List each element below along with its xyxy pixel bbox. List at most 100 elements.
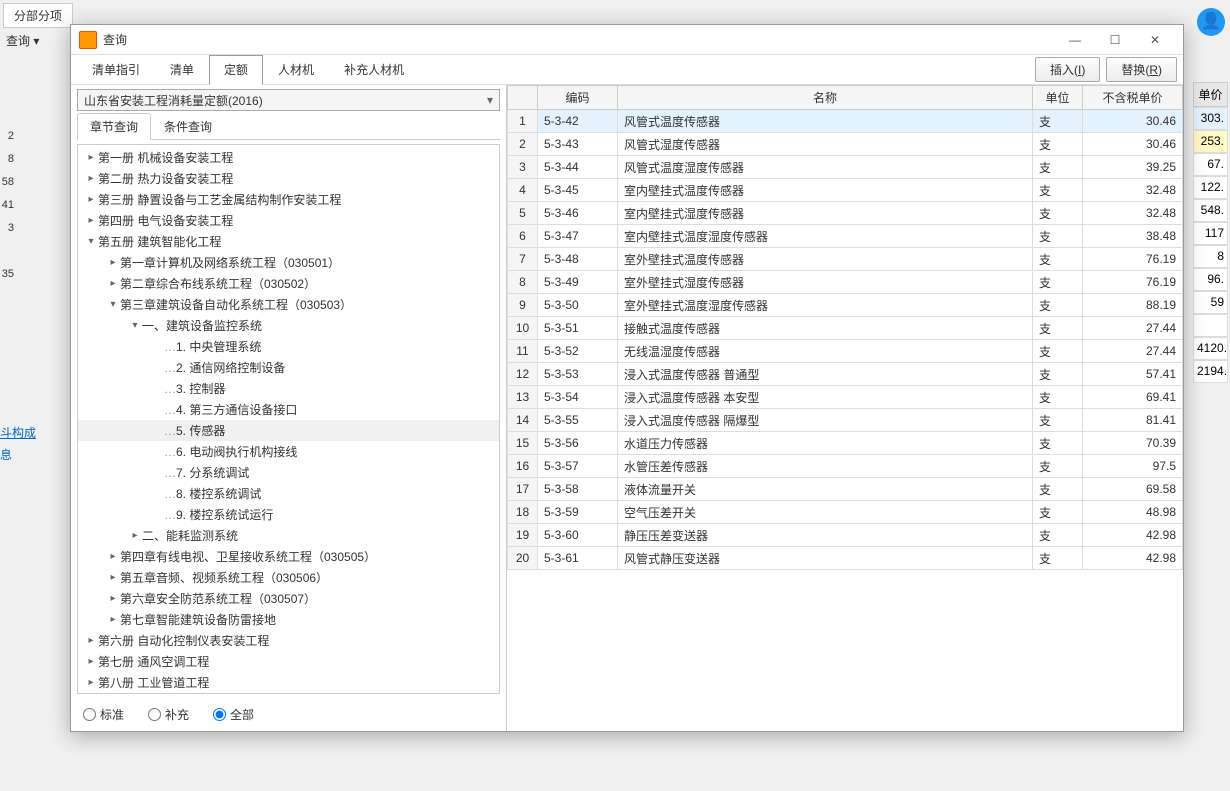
col-unit[interactable]: 单位	[1033, 86, 1083, 110]
tree-node[interactable]: •… 3. 控制器	[78, 378, 499, 399]
row-number[interactable]: 9	[508, 294, 538, 317]
cell-unit[interactable]: 支	[1033, 271, 1083, 294]
cell-price[interactable]: 69.41	[1083, 386, 1183, 409]
cell-code[interactable]: 5-3-61	[538, 547, 618, 570]
cell-code[interactable]: 5-3-59	[538, 501, 618, 524]
cell-unit[interactable]: 支	[1033, 432, 1083, 455]
table-row[interactable]: 165-3-57水管压差传感器支97.5	[508, 455, 1183, 478]
cell-code[interactable]: 5-3-42	[538, 110, 618, 133]
cell-name[interactable]: 室内壁挂式温度传感器	[618, 179, 1033, 202]
chevron-right-icon[interactable]: ▸	[84, 677, 98, 688]
cell-price[interactable]: 70.39	[1083, 432, 1183, 455]
tree-node[interactable]: ▸第七章智能建筑设备防雷接地	[78, 609, 499, 630]
tree-node[interactable]: ▸第二章综合布线系统工程（030502）	[78, 273, 499, 294]
cell-code[interactable]: 5-3-53	[538, 363, 618, 386]
table-row[interactable]: 55-3-46室内壁挂式湿度传感器支32.48	[508, 202, 1183, 225]
row-number[interactable]: 8	[508, 271, 538, 294]
row-number[interactable]: 18	[508, 501, 538, 524]
cell-name[interactable]: 液体流量开关	[618, 478, 1033, 501]
cell-name[interactable]: 室内壁挂式湿度传感器	[618, 202, 1033, 225]
user-avatar-icon[interactable]: 👤	[1197, 8, 1225, 36]
tree-node[interactable]: ▸第三册 静置设备与工艺金属结构制作安装工程	[78, 189, 499, 210]
table-row[interactable]: 45-3-45室内壁挂式温度传感器支32.48	[508, 179, 1183, 202]
tree-node[interactable]: ▸第四章有线电视、卫星接收系统工程（030505）	[78, 546, 499, 567]
chevron-right-icon[interactable]: ▸	[84, 215, 98, 226]
cell-code[interactable]: 5-3-44	[538, 156, 618, 179]
chevron-right-icon[interactable]: ▸	[106, 572, 120, 583]
dialog-tab-2[interactable]: 定额	[209, 55, 263, 85]
cell-price[interactable]: 76.19	[1083, 248, 1183, 271]
table-row[interactable]: 85-3-49室外壁挂式湿度传感器支76.19	[508, 271, 1183, 294]
tree-node[interactable]: •… 9. 楼控系统试运行	[78, 504, 499, 525]
cell-code[interactable]: 5-3-46	[538, 202, 618, 225]
tree-node[interactable]: ▾一、建筑设备监控系统	[78, 315, 499, 336]
chevron-right-icon[interactable]: ▸	[84, 173, 98, 184]
insert-button[interactable]: 插入(I)	[1035, 57, 1100, 82]
bg-price-cell[interactable]: 548.	[1193, 199, 1228, 222]
radio-input-0[interactable]	[83, 708, 96, 721]
table-row[interactable]: 145-3-55浸入式温度传感器 隔爆型支81.41	[508, 409, 1183, 432]
table-row[interactable]: 15-3-42风管式温度传感器支30.46	[508, 110, 1183, 133]
chevron-right-icon[interactable]: ▸	[106, 257, 120, 268]
tree-node[interactable]: ▸第六册 自动化控制仪表安装工程	[78, 630, 499, 651]
cell-price[interactable]: 97.5	[1083, 455, 1183, 478]
cell-price[interactable]: 57.41	[1083, 363, 1183, 386]
maximize-button[interactable]: ☐	[1095, 26, 1135, 54]
cell-code[interactable]: 5-3-54	[538, 386, 618, 409]
tree-node[interactable]: •… 8. 楼控系统调试	[78, 483, 499, 504]
chevron-right-icon[interactable]: ▸	[106, 593, 120, 604]
cell-price[interactable]: 76.19	[1083, 271, 1183, 294]
cell-unit[interactable]: 支	[1033, 547, 1083, 570]
chevron-right-icon[interactable]: ▸	[106, 278, 120, 289]
chevron-right-icon[interactable]: ▸	[84, 194, 98, 205]
table-row[interactable]: 25-3-43风管式湿度传感器支30.46	[508, 133, 1183, 156]
table-row[interactable]: 115-3-52无线温湿度传感器支27.44	[508, 340, 1183, 363]
row-number[interactable]: 20	[508, 547, 538, 570]
subtab-1[interactable]: 条件查询	[151, 113, 225, 139]
cell-price[interactable]: 69.58	[1083, 478, 1183, 501]
cell-name[interactable]: 室内壁挂式温度湿度传感器	[618, 225, 1033, 248]
cell-name[interactable]: 接触式温度传感器	[618, 317, 1033, 340]
tree-node[interactable]: ▾第五册 建筑智能化工程	[78, 231, 499, 252]
cell-code[interactable]: 5-3-49	[538, 271, 618, 294]
tree-node[interactable]: ▸第六章安全防范系统工程（030507）	[78, 588, 499, 609]
row-number[interactable]: 4	[508, 179, 538, 202]
table-row[interactable]: 95-3-50室外壁挂式温度湿度传感器支88.19	[508, 294, 1183, 317]
close-button[interactable]: ✕	[1135, 26, 1175, 54]
cell-name[interactable]: 水管压差传感器	[618, 455, 1033, 478]
chevron-down-icon[interactable]: ▾	[128, 320, 142, 331]
quota-combo[interactable]: 山东省安装工程消耗量定额(2016)	[77, 89, 500, 111]
cell-name[interactable]: 无线温湿度传感器	[618, 340, 1033, 363]
cell-unit[interactable]: 支	[1033, 317, 1083, 340]
table-row[interactable]: 125-3-53浸入式温度传感器 普通型支57.41	[508, 363, 1183, 386]
cell-name[interactable]: 浸入式温度传感器 隔爆型	[618, 409, 1033, 432]
row-number[interactable]: 5	[508, 202, 538, 225]
chevron-right-icon[interactable]: ▸	[106, 614, 120, 625]
cell-code[interactable]: 5-3-50	[538, 294, 618, 317]
chevron-right-icon[interactable]: ▸	[84, 656, 98, 667]
tree-node[interactable]: •… 1. 中央管理系统	[78, 336, 499, 357]
tree-node[interactable]: ▸第八册 工业管道工程	[78, 672, 499, 693]
tree-node[interactable]: ▸第五章音频、视频系统工程（030506）	[78, 567, 499, 588]
row-number[interactable]: 17	[508, 478, 538, 501]
row-number[interactable]: 2	[508, 133, 538, 156]
cell-code[interactable]: 5-3-52	[538, 340, 618, 363]
cell-name[interactable]: 静压压差变送器	[618, 524, 1033, 547]
tree-node[interactable]: ▸第二册 热力设备安装工程	[78, 168, 499, 189]
cell-code[interactable]: 5-3-51	[538, 317, 618, 340]
radio-input-2[interactable]	[213, 708, 226, 721]
row-number[interactable]: 10	[508, 317, 538, 340]
table-row[interactable]: 185-3-59空气压差开关支48.98	[508, 501, 1183, 524]
cell-name[interactable]: 浸入式温度传感器 本安型	[618, 386, 1033, 409]
bg-price-cell[interactable]: 117	[1193, 222, 1228, 245]
tree-node[interactable]: •… 7. 分系统调试	[78, 462, 499, 483]
row-number[interactable]: 16	[508, 455, 538, 478]
cell-unit[interactable]: 支	[1033, 225, 1083, 248]
bg-price-cell[interactable]: 67.	[1193, 153, 1228, 176]
dialog-tab-3[interactable]: 人材机	[263, 55, 329, 84]
row-number[interactable]: 19	[508, 524, 538, 547]
dialog-tab-1[interactable]: 清单	[155, 55, 209, 84]
radio-0[interactable]: 标准	[83, 706, 124, 723]
chevron-right-icon[interactable]: ▸	[84, 635, 98, 646]
tree[interactable]: ▸第一册 机械设备安装工程▸第二册 热力设备安装工程▸第三册 静置设备与工艺金属…	[77, 144, 500, 694]
